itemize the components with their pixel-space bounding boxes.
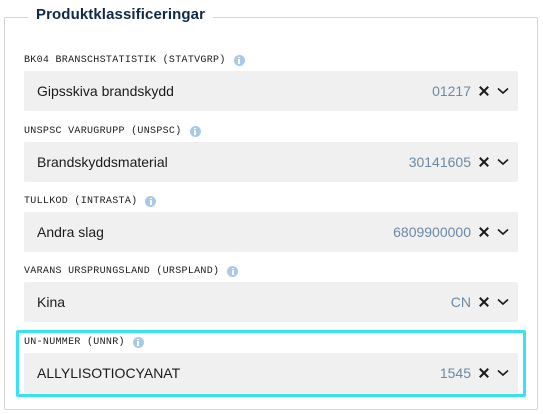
chevron-down-icon[interactable] xyxy=(496,295,510,309)
select-value: Gipsskiva brandskydd xyxy=(37,83,174,99)
close-icon[interactable] xyxy=(477,225,491,239)
field-label: UNSPSC VARUGRUPP (UNSPSC) xyxy=(24,125,182,137)
select-value: Kina xyxy=(37,294,66,310)
chevron-down-icon[interactable] xyxy=(496,225,510,239)
select-code: 1545 xyxy=(439,365,471,381)
select-value: ALLYLISOTIOCYANAT xyxy=(37,365,181,381)
chevron-down-icon[interactable] xyxy=(496,155,510,169)
chevron-down-icon[interactable] xyxy=(496,366,510,380)
unspsc-select[interactable]: Brandskyddsmaterial 30141605 xyxy=(24,142,518,182)
statvgrp-select[interactable]: Gipsskiva brandskydd 01217 xyxy=(24,71,518,111)
unnr-select[interactable]: ALLYLISOTIOCYANAT 1545 xyxy=(24,353,518,393)
field-label: VARANS URSPRUNGSLAND (URSPLAND) xyxy=(24,265,220,277)
close-icon[interactable] xyxy=(477,155,491,169)
chevron-down-icon[interactable] xyxy=(496,84,510,98)
intrasta-select[interactable]: Andra slag 6809900000 xyxy=(24,212,518,252)
info-icon[interactable] xyxy=(189,125,201,137)
field-label: TULLKOD (INTRASTA) xyxy=(24,195,138,207)
urspland-select[interactable]: Kina CN xyxy=(24,282,518,322)
info-icon[interactable] xyxy=(227,265,239,277)
select-code: 01217 xyxy=(432,83,471,99)
section-title: Produktklassificeringar xyxy=(28,6,214,23)
field-label: BK04 BRANSCHSTATISTIK (STATVGRP) xyxy=(24,54,226,66)
close-icon[interactable] xyxy=(477,366,491,380)
field-label: UN-NUMMER (UNNR) xyxy=(24,336,125,348)
info-icon[interactable] xyxy=(145,195,157,207)
info-icon[interactable] xyxy=(132,336,144,348)
info-icon[interactable] xyxy=(233,54,245,66)
select-code: CN xyxy=(450,294,471,310)
select-code: 6809900000 xyxy=(393,224,471,240)
select-code: 30141605 xyxy=(408,154,471,170)
select-value: Andra slag xyxy=(37,224,104,240)
close-icon[interactable] xyxy=(477,84,491,98)
close-icon[interactable] xyxy=(477,295,491,309)
select-value: Brandskyddsmaterial xyxy=(37,154,168,170)
